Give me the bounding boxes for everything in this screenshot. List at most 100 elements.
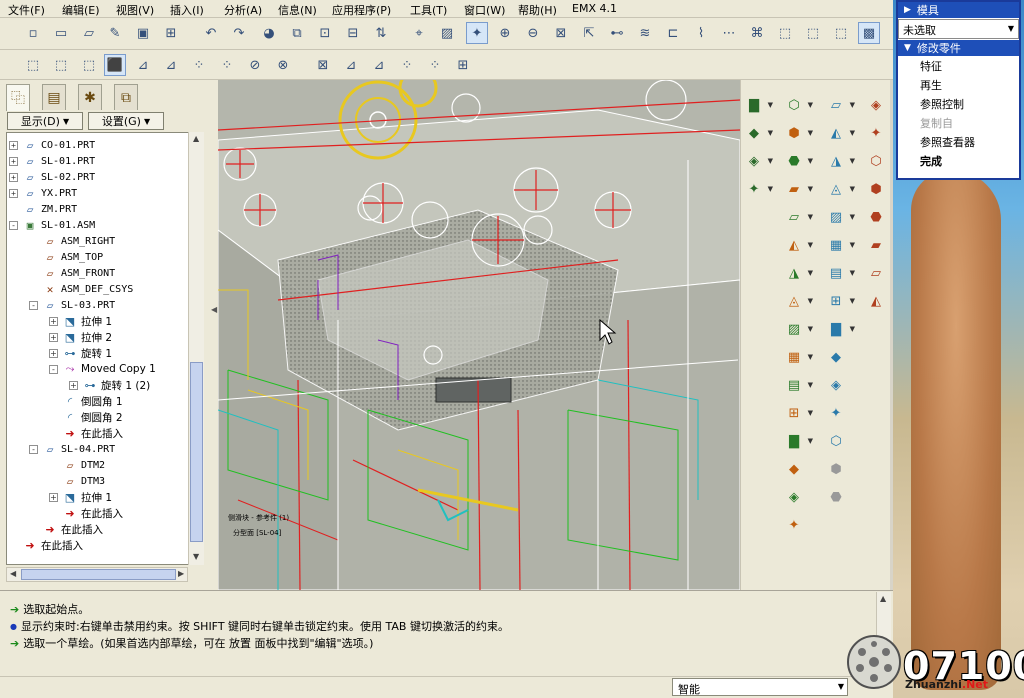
mold-layout-icon[interactable]: ✦ ▼ [743, 178, 773, 200]
save-icon[interactable]: ▣ [132, 22, 154, 44]
coord-icon[interactable]: ⁘ [424, 54, 446, 76]
annotation-icon[interactable]: ⊘ [244, 54, 266, 76]
graphics-window[interactable]: 分型面 [SL-04] 侧滑块 - 参考件 (1) [218, 80, 740, 590]
dropdown-arrow-icon[interactable]: ▼ [768, 157, 773, 165]
dropdown-arrow-icon[interactable]: ▼ [808, 353, 813, 361]
collapse-icon[interactable]: - [49, 364, 58, 374]
mold-base-icon[interactable]: ▇ ▼ [743, 94, 773, 116]
sketch-tool-icon[interactable]: ◬ ▼ [825, 178, 855, 200]
tree-item[interactable]: - ▱ SL-03.PRT [29, 297, 115, 313]
tree-item[interactable]: + ▱ CO-01.PRT [9, 137, 95, 153]
save-copy-icon[interactable]: ⊞ [160, 22, 182, 44]
view-icon[interactable]: ⌖ [408, 22, 430, 44]
menu-manager-item[interactable]: 完成 [898, 151, 1019, 170]
datum-axes-icon[interactable]: ⌇ [690, 22, 712, 44]
menu-item-9[interactable]: 帮助(H) [518, 2, 557, 18]
runner-icon[interactable]: ▤ ▼ [783, 374, 813, 396]
scroll-up-icon[interactable]: ▲ [193, 134, 199, 143]
draft-tool-icon[interactable]: ⬣ ▼ [783, 150, 813, 172]
layers-tab[interactable]: ⧉ [114, 84, 138, 110]
folder-browser-tab[interactable]: ▤ [42, 84, 66, 110]
dropdown-arrow-icon[interactable]: ▼ [850, 185, 855, 193]
new-feature-icon[interactable]: ⬡ ▼ [783, 94, 813, 116]
wireframe-icon[interactable]: ⬚ [22, 54, 44, 76]
tree-item[interactable]: ▱ DTM2 [49, 457, 105, 473]
dropdown-arrow-icon[interactable]: ▼ [768, 101, 773, 109]
tree-item[interactable]: ▱ ZM.PRT [9, 201, 77, 217]
tree-item[interactable]: ➜ 在此插入 [49, 505, 123, 521]
tree-item[interactable]: ▱ ASM_RIGHT [29, 233, 116, 249]
dropdown-arrow-icon[interactable]: ▼ [808, 437, 813, 445]
hidden-line-icon[interactable]: ⬚ [50, 54, 72, 76]
spin-icon[interactable]: ⊗ [272, 54, 294, 76]
hole-icon[interactable]: ◭ ▼ [783, 234, 813, 256]
merge-icon[interactable]: ▦ ▼ [825, 234, 855, 256]
tree-item[interactable]: ◜ 倒圆角 2 [49, 409, 123, 425]
menu-item-0[interactable]: 文件(F) [8, 2, 45, 18]
scroll-right-icon[interactable]: ▶ [178, 569, 184, 578]
tree-item[interactable]: + ▱ SL-02.PRT [9, 169, 95, 185]
datum-planes-icon[interactable]: ⊏ [662, 22, 684, 44]
point-icon[interactable]: ⁘ [396, 54, 418, 76]
waterline-icon[interactable]: ⊞ ▼ [783, 402, 813, 424]
new-icon[interactable]: ▭ [50, 22, 72, 44]
axis-tool-icon[interactable]: ◈ [865, 94, 887, 116]
tree-item[interactable]: - ▱ SL-04.PRT [29, 441, 115, 457]
mold-component-icon[interactable]: ◆ ▼ [743, 122, 773, 144]
regenerate-icon[interactable]: ⇅ [370, 22, 392, 44]
csys-icon[interactable]: ⌘ [746, 22, 768, 44]
expand-icon[interactable]: + [49, 332, 58, 342]
thicken-icon[interactable]: ▤ ▼ [825, 262, 855, 284]
pattern-icon[interactable]: ✦ [825, 402, 847, 424]
dropdown-arrow-icon[interactable]: ▼ [808, 185, 813, 193]
solidify-icon[interactable]: ⊞ ▼ [825, 290, 855, 312]
menu-manager-item[interactable]: 再生 [898, 75, 1019, 94]
expand-icon[interactable]: + [49, 492, 58, 502]
shell-icon[interactable]: ▰ ▼ [783, 178, 813, 200]
axis-tag-icon[interactable]: ⊿ [160, 54, 182, 76]
dropdown-arrow-icon[interactable]: ▼ [768, 129, 773, 137]
dropdown-arrow-icon[interactable]: ▼ [808, 101, 813, 109]
new-file-icon[interactable]: ▫ [22, 22, 44, 44]
tree-item[interactable]: + ▱ SL-01.PRT [9, 153, 95, 169]
menu-manager-header[interactable]: ▶ 模具 [898, 2, 1019, 18]
surface-tool-icon[interactable]: ◭ ▼ [825, 122, 855, 144]
expand-icon[interactable]: + [9, 188, 18, 198]
axis-x-icon[interactable]: ◭ [865, 290, 887, 312]
tree-item[interactable]: ➜ 在此插入 [9, 537, 83, 553]
mirror-icon[interactable]: ▨ ▼ [825, 206, 855, 228]
dropdown-arrow-icon[interactable]: ▼ [808, 129, 813, 137]
scroll-left-icon[interactable]: ◀ [10, 569, 16, 578]
dropdown-arrow-icon[interactable]: ▼ [850, 129, 855, 137]
expand-icon[interactable]: + [49, 348, 58, 358]
dropdown-arrow-icon[interactable]: ▼ [850, 213, 855, 221]
window-icon[interactable]: ⊞ [452, 54, 474, 76]
scroll-down-icon[interactable]: ▼ [193, 552, 199, 561]
close-window-icon[interactable]: ⊠ [312, 54, 334, 76]
dropdown-arrow-icon[interactable]: ▼ [808, 213, 813, 221]
no-hidden-icon[interactable]: ⬚ [78, 54, 100, 76]
dropdown-arrow-icon[interactable]: ▼ [850, 297, 855, 305]
scroll-thumb[interactable] [21, 569, 176, 580]
collapse-icon[interactable]: - [29, 300, 38, 310]
curve-tool-icon[interactable]: ⬢ [865, 178, 887, 200]
brush-icon[interactable]: ✎ [104, 22, 126, 44]
dropdown-arrow-icon[interactable]: ▼ [808, 157, 813, 165]
collapse-icon[interactable]: - [9, 220, 18, 230]
point-tag-icon[interactable]: ⁘ [216, 54, 238, 76]
dropdown-arrow-icon[interactable]: ▼ [850, 157, 855, 165]
tree-item[interactable]: - ▣ SL-01.ASM [9, 217, 95, 233]
menu-item-8[interactable]: 窗口(W) [464, 2, 505, 18]
dropdown-arrow-icon[interactable]: ▼ [850, 269, 855, 277]
dropdown-arrow-icon[interactable]: ▼ [850, 325, 855, 333]
menu-manager-item[interactable]: 参照查看器 [898, 132, 1019, 151]
collapse-arrow-icon[interactable]: ◀ [211, 305, 217, 314]
plane-tool-icon[interactable]: ▰ [865, 234, 887, 256]
modify-part-submenu-header[interactable]: ▼ 修改零件 [898, 40, 1019, 56]
spin-center-icon[interactable]: ✦ [466, 22, 488, 44]
color-wheel-icon[interactable]: ◕ [258, 22, 280, 44]
dropdown-arrow-icon[interactable]: ▼ [850, 241, 855, 249]
tree-item[interactable]: + ⊶ 旋转 1 [49, 345, 112, 361]
slider-icon[interactable]: ▇ ▼ [783, 430, 813, 452]
expand-icon[interactable]: + [9, 140, 18, 150]
